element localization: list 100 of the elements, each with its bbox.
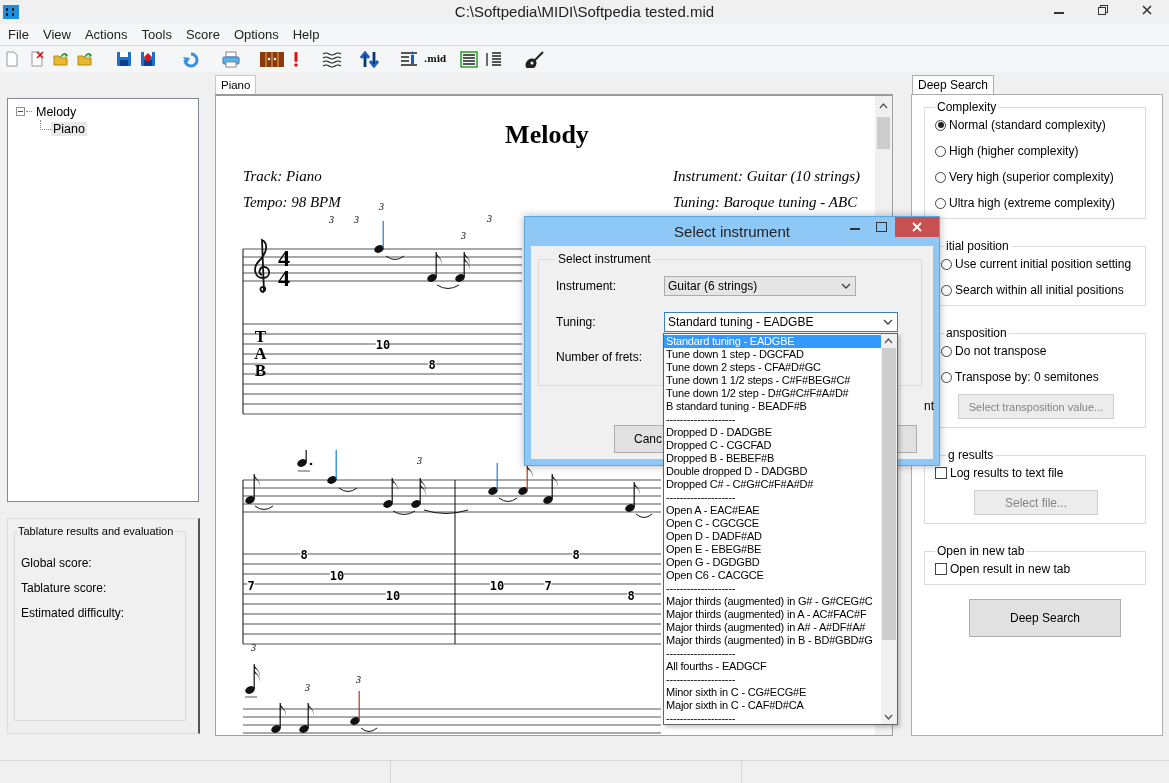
scrollbar-thumb[interactable] (877, 117, 890, 149)
open-folder-icon[interactable] (53, 50, 69, 68)
menu-item[interactable]: Tools (134, 27, 179, 42)
list-option[interactable]: Major sixth in C - CAF#D#CA (664, 699, 881, 712)
scroll-up-icon[interactable] (884, 338, 893, 344)
list-option[interactable]: Double dropped D - DADGBD (664, 465, 881, 478)
up-down-arrows-icon[interactable] (360, 50, 380, 68)
list-option[interactable]: Major thirds (augmented) in B - BD#GBD#G (664, 634, 881, 647)
option-label[interactable]: Use current initial position setting (955, 257, 1132, 271)
radio-button[interactable] (941, 284, 952, 296)
score-tab[interactable]: Piano (215, 75, 257, 94)
option-label[interactable]: Normal (standard complexity) (949, 118, 1106, 132)
menu-item[interactable]: View (35, 27, 78, 42)
fret-number: 10 (385, 590, 401, 602)
triplet-mark: 3 (356, 674, 361, 685)
field-label: Estimated difficulty: (21, 606, 126, 618)
scrollbar[interactable] (881, 334, 897, 724)
radio-button[interactable] (941, 371, 952, 383)
option-label[interactable]: Search within all initial positions (955, 283, 1124, 297)
list-option[interactable]: Open E - EBEG#BE (664, 543, 881, 556)
waves-icon[interactable] (322, 50, 342, 68)
option-label: nt (924, 399, 934, 413)
exclamation-icon[interactable] (292, 50, 300, 68)
field-label: Tablature score: (21, 581, 108, 593)
radio-button[interactable] (935, 145, 946, 157)
tuning-dropdown[interactable]: Standard tuning - EADGBE (664, 312, 898, 332)
list-option[interactable]: Major thirds (augmented) in A# - A#DF#A# (664, 621, 881, 634)
list-option[interactable]: Open C6 - CACGCE (664, 569, 881, 582)
fret-number: 10 (489, 580, 505, 592)
option-label[interactable]: Do not transpose (955, 344, 1047, 358)
deep-search-button[interactable]: Deep Search (969, 599, 1121, 637)
instrument-dropdown[interactable]: Guitar (6 strings) (664, 276, 856, 296)
list-option[interactable]: Major thirds (augmented) in G# - G#CEG#C (664, 595, 881, 608)
window-title: C:\Softpedia\MIDI\Softpedia tested.mid (454, 3, 715, 20)
tuning-label: Tuning: Baroque tuning - ABC (673, 194, 858, 211)
print-icon[interactable] (222, 50, 240, 68)
list-option[interactable]: Open C - CGCGCE (664, 517, 881, 530)
radio-button[interactable] (935, 197, 946, 209)
radio-button[interactable] (935, 171, 946, 183)
list-option[interactable]: Open A - EAC#EAE (664, 504, 881, 517)
list-option[interactable]: Major thirds (augmented) in A - AC#FAC#F (664, 608, 881, 621)
option-label[interactable]: Log results to text file (950, 466, 1064, 480)
checkbox[interactable] (935, 563, 947, 575)
guitar-icon[interactable] (524, 50, 545, 68)
list-option[interactable]: Tune down 1/2 step - D#G#C#F#A#D# (664, 387, 881, 400)
time-signature-top: 4 (278, 248, 290, 268)
option-label[interactable]: Open result in new tab (950, 562, 1071, 576)
triplet-mark: 3 (487, 213, 492, 224)
save-icon[interactable] (116, 50, 132, 68)
list-option[interactable]: Open D - DADF#AD (664, 530, 881, 543)
save-as-icon[interactable] (140, 50, 156, 68)
list-option[interactable]: Open G - DGDGBD (664, 556, 881, 569)
undo-icon[interactable] (182, 50, 200, 68)
radio-button[interactable] (941, 258, 952, 270)
separator-text: -------------------- (665, 491, 737, 504)
tree-item[interactable]: Piano (51, 121, 87, 136)
scroll-up-icon[interactable] (879, 103, 888, 109)
table-icon[interactable] (460, 50, 479, 68)
score-title: Melody (504, 120, 590, 150)
list-option[interactable]: Dropped B - BEBEF#B (664, 452, 881, 465)
radio-button[interactable] (935, 119, 946, 131)
option-label[interactable]: Very high (superior complexity) (949, 170, 1114, 184)
option-label[interactable]: High (higher complexity) (949, 144, 1079, 158)
scroll-down-icon[interactable] (884, 714, 893, 720)
open-folder-icon[interactable] (77, 50, 93, 68)
list-icon[interactable] (486, 50, 503, 68)
separator-text: -------------------- (665, 647, 737, 660)
maximize-icon[interactable] (876, 222, 887, 232)
menu-item[interactable]: Options (226, 27, 286, 42)
tab-clef: TAB (253, 328, 268, 379)
fretboard-icon[interactable] (260, 50, 284, 68)
option-label[interactable]: Transpose by: 0 semitones (955, 370, 1099, 384)
delete-file-icon[interactable] (29, 50, 45, 68)
panel-tab[interactable]: Deep Search (912, 75, 995, 94)
group-label: Select instrument (557, 252, 652, 266)
menu-item[interactable]: Actions (77, 27, 135, 42)
radio-button[interactable] (941, 345, 952, 357)
menu-item[interactable]: Score (178, 27, 227, 42)
fret-number: 7 (247, 580, 255, 592)
midi-export-label[interactable]: .mid (424, 54, 447, 64)
field-label: Instrument: (556, 279, 618, 293)
list-option[interactable]: B standard tuning - BEADF#B (664, 400, 881, 413)
option-label[interactable]: Ultra high (extreme complexity) (949, 196, 1116, 210)
menu-item[interactable]: Help (285, 27, 327, 42)
close-icon[interactable] (1142, 5, 1152, 15)
tree-item[interactable]: Melody (34, 104, 79, 119)
list-option[interactable]: Tune down 1 step - DGCFAD (664, 348, 881, 361)
list-option[interactable]: Dropped C# - C#G#C#F#A#D# (664, 478, 881, 491)
text-lines-icon[interactable] (400, 50, 418, 68)
list-option[interactable]: Tune down 1 1/2 steps - C#F#BEG#C# (664, 374, 881, 387)
collapse-icon[interactable] (16, 107, 25, 116)
restore-icon[interactable] (1098, 5, 1108, 15)
scrollbar-thumb[interactable] (882, 348, 896, 640)
list-option[interactable]: Minor sixth in C - CG#ECG#E (664, 686, 881, 699)
list-option[interactable]: Tune down 2 steps - CFA#D#GC (664, 361, 881, 374)
instrument-label: Instrument: Guitar (10 strings) (673, 168, 861, 185)
list-option[interactable]: All fourths - EADGCF (664, 660, 881, 673)
menu-item[interactable]: File (1, 27, 36, 42)
dialog-title: Select instrument (674, 223, 790, 240)
checkbox[interactable] (935, 467, 947, 479)
